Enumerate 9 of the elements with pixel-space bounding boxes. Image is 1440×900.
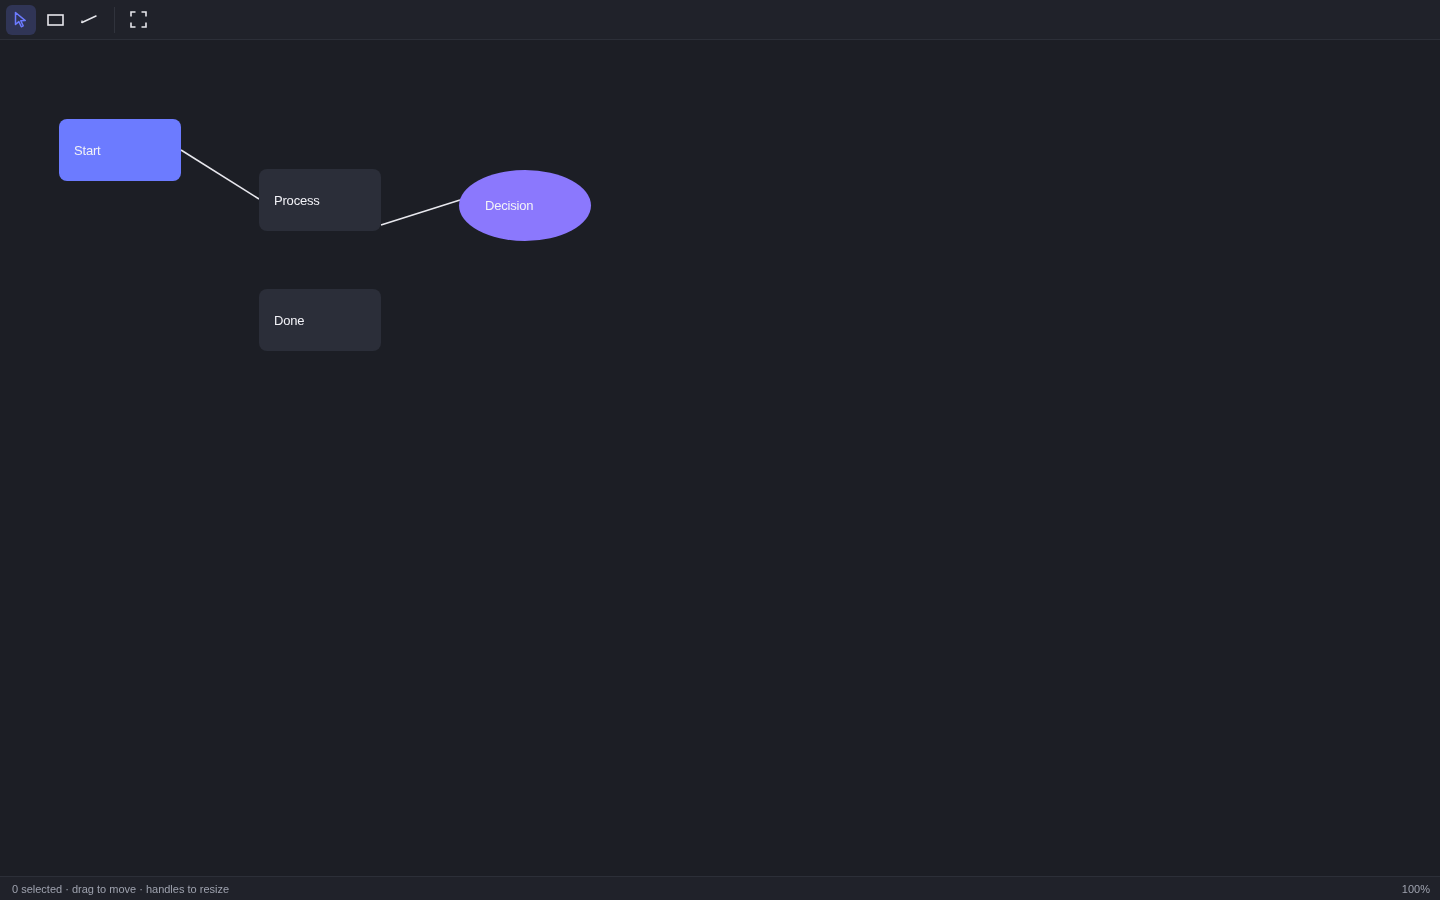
rectangle-icon bbox=[46, 13, 64, 26]
cursor-arrow-icon bbox=[14, 11, 28, 28]
select-tool-button[interactable] bbox=[6, 4, 36, 35]
status-hint: 0 selected · drag to move · handles to resize bbox=[12, 882, 230, 895]
flowchart-node[interactable]: Process bbox=[259, 169, 381, 231]
flowchart-node[interactable]: Done bbox=[259, 289, 381, 351]
fullscreen-icon bbox=[129, 11, 147, 28]
zoom-level: 100% bbox=[1401, 882, 1430, 895]
line-icon bbox=[81, 15, 97, 24]
